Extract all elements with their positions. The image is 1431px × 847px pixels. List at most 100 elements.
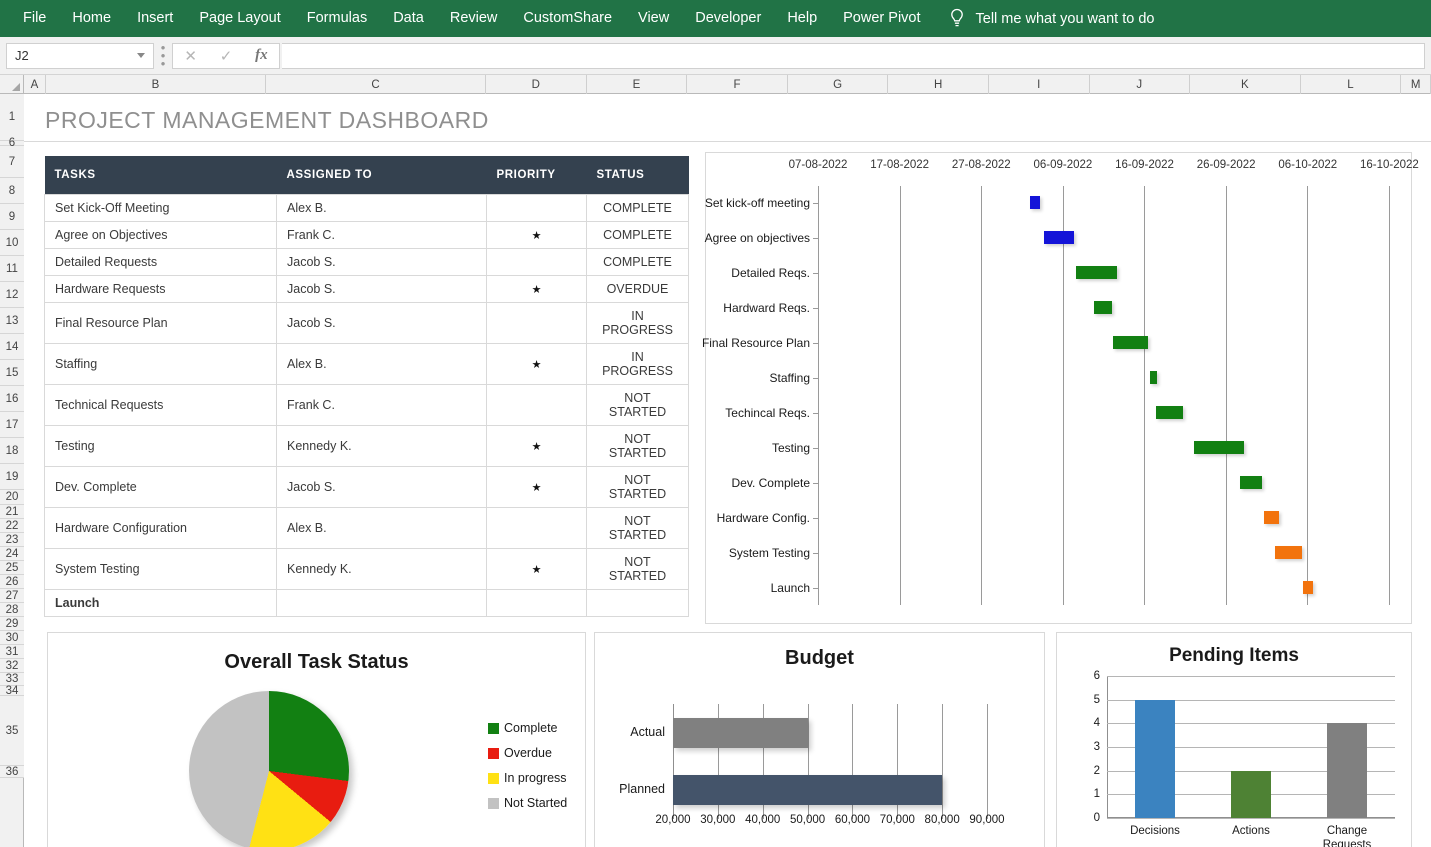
- table-row[interactable]: Hardware ConfigurationAlex B.NOT STARTED: [45, 508, 689, 549]
- ribbon-tab-review[interactable]: Review: [437, 0, 511, 37]
- row-header-27[interactable]: 27: [0, 589, 24, 603]
- pending-chart-title: Pending Items: [1057, 645, 1411, 667]
- table-row[interactable]: StaffingAlex B.★IN PROGRESS: [45, 344, 689, 385]
- row-header-34[interactable]: 34: [0, 686, 24, 696]
- table-row[interactable]: Launch: [45, 590, 689, 617]
- table-row[interactable]: Dev. CompleteJacob S.★NOT STARTED: [45, 467, 689, 508]
- row-header-32[interactable]: 32: [0, 659, 24, 673]
- ribbon-tab-file[interactable]: File: [10, 0, 59, 37]
- formula-bar: J2 ••• ✕ ✓ fx: [0, 37, 1431, 75]
- ribbon-tab-insert[interactable]: Insert: [124, 0, 186, 37]
- ribbon-tab-help[interactable]: Help: [774, 0, 830, 37]
- cell-priority: [487, 249, 587, 276]
- table-row[interactable]: Final Resource PlanJacob S.IN PROGRESS: [45, 303, 689, 344]
- table-row[interactable]: Detailed RequestsJacob S.COMPLETE: [45, 249, 689, 276]
- row-header-19[interactable]: 19: [0, 464, 24, 490]
- row-header-31[interactable]: 31: [0, 645, 24, 659]
- gantt-task-label: System Testing: [729, 546, 810, 560]
- column-header-h[interactable]: H: [888, 75, 989, 94]
- table-row[interactable]: Agree on ObjectivesFrank C.★COMPLETE: [45, 222, 689, 249]
- column-header-m[interactable]: M: [1401, 75, 1431, 94]
- row-header-8[interactable]: 8: [0, 178, 24, 204]
- ribbon-tab-formulas[interactable]: Formulas: [294, 0, 380, 37]
- row-header-7[interactable]: 7: [0, 146, 24, 178]
- row-header-9[interactable]: 9: [0, 204, 24, 230]
- table-row[interactable]: Technical RequestsFrank C.NOT STARTED: [45, 385, 689, 426]
- ribbon-tab-customshare[interactable]: CustomShare: [510, 0, 625, 37]
- insert-function-icon[interactable]: fx: [255, 47, 268, 64]
- row-header-16[interactable]: 16: [0, 386, 24, 412]
- column-header-i[interactable]: I: [989, 75, 1090, 94]
- pending-items-chart[interactable]: Pending Items 0123456DecisionsActionsCha…: [1056, 632, 1412, 847]
- column-header-b[interactable]: B: [46, 75, 266, 94]
- column-header-k[interactable]: K: [1190, 75, 1301, 94]
- column-header-j[interactable]: J: [1090, 75, 1191, 94]
- cancel-icon[interactable]: ✕: [184, 47, 197, 65]
- star-icon: ★: [532, 284, 542, 296]
- column-header-a[interactable]: A: [24, 75, 46, 94]
- th-priority[interactable]: PRIORITY: [487, 156, 587, 195]
- ribbon-tab-home[interactable]: Home: [59, 0, 124, 37]
- row-header-21[interactable]: 21: [0, 505, 24, 519]
- row-header-36[interactable]: 36: [0, 766, 24, 778]
- row-header-29[interactable]: 29: [0, 617, 24, 631]
- column-header-e[interactable]: E: [587, 75, 688, 94]
- table-row[interactable]: Hardware RequestsJacob S.★OVERDUE: [45, 276, 689, 303]
- th-assigned-to[interactable]: ASSIGNED TO: [277, 156, 487, 195]
- row-header-22[interactable]: 22: [0, 519, 24, 533]
- ribbon-tab-page-layout[interactable]: Page Layout: [186, 0, 293, 37]
- row-header-15[interactable]: 15: [0, 360, 24, 386]
- chevron-down-icon[interactable]: [137, 53, 145, 58]
- budget-plot-area: 20,00030,00040,00050,00060,00070,00080,0…: [673, 704, 987, 819]
- row-header-28[interactable]: 28: [0, 603, 24, 617]
- th-status[interactable]: STATUS: [587, 156, 689, 195]
- row-header-18[interactable]: 18: [0, 438, 24, 464]
- overall-task-status-chart[interactable]: Overall Task Status CompleteOverdueIn pr…: [47, 632, 586, 847]
- row-header-24[interactable]: 24: [0, 547, 24, 561]
- page-title: PROJECT MANAGEMENT DASHBOARD: [45, 107, 489, 134]
- th-tasks[interactable]: TASKS: [45, 156, 277, 195]
- table-row[interactable]: TestingKennedy K.★NOT STARTED: [45, 426, 689, 467]
- row-header-35[interactable]: 35: [0, 696, 24, 766]
- budget-chart[interactable]: Budget 20,00030,00040,00050,00060,00070,…: [594, 632, 1045, 847]
- row-header-30[interactable]: 30: [0, 631, 24, 645]
- table-row[interactable]: System TestingKennedy K.★NOT STARTED: [45, 549, 689, 590]
- row-header-12[interactable]: 12: [0, 282, 24, 308]
- formula-input[interactable]: [282, 43, 1425, 69]
- row-header-23[interactable]: 23: [0, 533, 24, 547]
- more-options-icon[interactable]: •••: [154, 44, 172, 68]
- column-header-row: A B C D E F G H I J K L M: [0, 75, 1431, 94]
- gantt-task-label: Testing: [772, 441, 810, 455]
- column-header-f[interactable]: F: [687, 75, 788, 94]
- column-header-l[interactable]: L: [1301, 75, 1402, 94]
- cell-assigned-to: Kennedy K.: [277, 549, 487, 590]
- tell-me-box[interactable]: Tell me what you want to do: [948, 8, 1155, 30]
- row-header-17[interactable]: 17: [0, 412, 24, 438]
- select-all-corner[interactable]: [0, 75, 24, 93]
- row-header-20[interactable]: 20: [0, 490, 24, 505]
- pending-y-tick-label: 4: [1094, 717, 1100, 729]
- column-header-g[interactable]: G: [788, 75, 889, 94]
- table-row[interactable]: Set Kick-Off MeetingAlex B.COMPLETE: [45, 195, 689, 222]
- gantt-row: Hardward Reqs.: [818, 291, 1389, 326]
- name-box[interactable]: J2: [6, 43, 154, 69]
- row-header-1[interactable]: 1: [0, 94, 24, 141]
- pending-x-tick-label: Change Requests: [1323, 824, 1372, 847]
- row-header-25[interactable]: 25: [0, 561, 24, 575]
- column-header-c[interactable]: C: [266, 75, 486, 94]
- row-header-13[interactable]: 13: [0, 308, 24, 334]
- ribbon-tab-power-pivot[interactable]: Power Pivot: [830, 0, 933, 37]
- row-header-14[interactable]: 14: [0, 334, 24, 360]
- pending-bar: [1327, 723, 1367, 818]
- row-header-26[interactable]: 26: [0, 575, 24, 589]
- pending-x-tick-label: Decisions: [1130, 824, 1180, 838]
- gantt-tick: [813, 273, 818, 274]
- column-header-d[interactable]: D: [486, 75, 587, 94]
- ribbon-tab-data[interactable]: Data: [380, 0, 437, 37]
- row-header-10[interactable]: 10: [0, 230, 24, 256]
- gantt-chart-panel[interactable]: 07-08-202217-08-202227-08-202206-09-2022…: [705, 152, 1412, 624]
- ribbon-tab-developer[interactable]: Developer: [682, 0, 774, 37]
- confirm-icon[interactable]: ✓: [220, 47, 233, 65]
- ribbon-tab-view[interactable]: View: [625, 0, 682, 37]
- row-header-11[interactable]: 11: [0, 256, 24, 282]
